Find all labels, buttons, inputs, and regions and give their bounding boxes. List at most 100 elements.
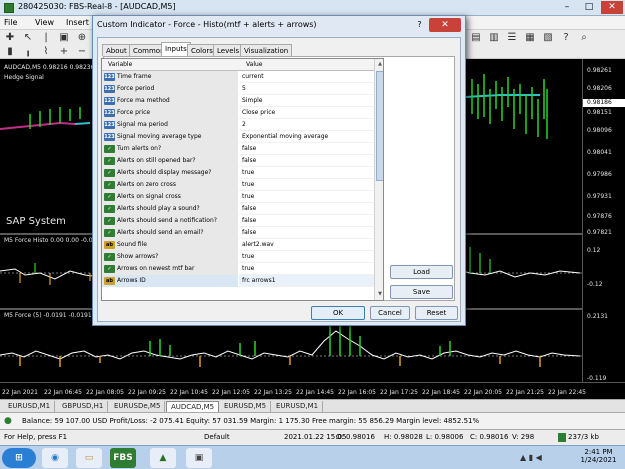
variable-value[interactable]: Close price (242, 109, 275, 116)
parameter-row[interactable]: ✓ Alerts should send an email? false (102, 227, 374, 239)
reset-button[interactable]: Reset (415, 306, 458, 320)
metatrader-task-icon[interactable]: ▲ (150, 448, 176, 468)
parameter-row[interactable]: ab Arrows ID frc arrows1 (102, 275, 374, 287)
scroll-thumb[interactable] (376, 71, 383, 181)
zoom-in-icon[interactable]: + (58, 46, 70, 58)
price-scale[interactable]: 0.98261 0.98206 0.98186 0.98151 0.98096 … (582, 59, 625, 382)
variable-value[interactable]: current (242, 73, 264, 80)
variable-value[interactable]: true (242, 169, 254, 176)
scroll-up-icon[interactable]: ▲ (376, 60, 383, 68)
dialog-close-button[interactable]: ✕ (429, 18, 461, 32)
menu-insert[interactable]: Insert (66, 18, 89, 27)
parameter-row[interactable]: ✓ Alerts should display message? true (102, 167, 374, 179)
crosshair-icon[interactable]: ✚ (4, 32, 16, 44)
start-icon[interactable]: ⊞ (2, 448, 36, 468)
parameter-row[interactable]: 123 Force ma method Simple (102, 95, 374, 107)
app-task-icon[interactable]: ▣ (186, 448, 212, 468)
profiles-icon[interactable]: ▥ (488, 32, 500, 44)
maximize-button[interactable]: □ (578, 1, 600, 14)
price-label: 0.97931 (587, 193, 612, 200)
menu-file[interactable]: File (4, 18, 17, 27)
variable-value[interactable]: false (242, 205, 256, 212)
file-explorer-icon[interactable]: ▭ (76, 448, 102, 468)
menu-view[interactable]: View (35, 18, 54, 27)
time-label: 22 Jan 14:45 (296, 389, 334, 396)
connection-icon (558, 433, 566, 442)
parameter-row[interactable]: ✓ Alerts should play a sound? false (102, 203, 374, 215)
tray-icons[interactable]: ▲ ▮ ◀ (520, 453, 542, 462)
parameter-row[interactable]: ✓ Turn alerts on? false (102, 143, 374, 155)
time-axis[interactable]: 22 Jan 2021 22 Jan 06:45 22 Jan 08:05 22… (0, 382, 625, 399)
ok-button[interactable]: OK (311, 306, 365, 320)
chart-tab[interactable]: EURUSD,M1 (272, 401, 324, 412)
bool-type-icon: ✓ (104, 145, 115, 153)
chart-tab-active[interactable]: AUDCAD,M5 (166, 401, 220, 412)
chrome-icon[interactable]: ◉ (42, 448, 68, 468)
save-button[interactable]: Save (390, 285, 453, 299)
variable-value[interactable]: Simple (242, 97, 263, 104)
zoom-icon[interactable]: ⊕ (76, 32, 88, 44)
dialog-help-button[interactable]: ? (413, 19, 426, 31)
parameter-row[interactable]: ✓ Show arrows? true (102, 251, 374, 263)
parameter-row[interactable]: ✓ Alerts should send a notification? false (102, 215, 374, 227)
vertical-line-icon[interactable]: | (40, 32, 52, 44)
tab-about[interactable]: About (102, 44, 131, 56)
parameter-row[interactable]: 123 Force period 5 (102, 83, 374, 95)
parameter-row[interactable]: 123 Time frame current (102, 71, 374, 83)
candle-chart-icon[interactable]: ╻ (22, 46, 34, 58)
chart-tab[interactable]: EURUSD,M1 (4, 401, 56, 412)
variable-value[interactable]: false (242, 157, 256, 164)
profile-name[interactable]: Default (204, 433, 230, 441)
load-button[interactable]: Load (390, 265, 453, 279)
help-icon[interactable]: ? (560, 32, 572, 44)
navigator-icon[interactable]: ☰ (506, 32, 518, 44)
price-label: 0.97876 (587, 213, 612, 220)
tab-visualization[interactable]: Visualization (240, 44, 293, 56)
cancel-button[interactable]: Cancel (370, 306, 410, 320)
input-parameters-grid[interactable]: Variable Value 123 Time frame current 123 Fo… (101, 58, 384, 301)
column-variable[interactable]: Variable (108, 61, 132, 68)
terminal-icon[interactable]: ▦ (524, 32, 536, 44)
cursor-icon[interactable]: ↖ (22, 32, 34, 44)
variable-value[interactable]: false (242, 229, 256, 236)
parameter-row[interactable]: 123 Signal moving average type Exponential… (102, 131, 374, 143)
parameter-row[interactable]: 123 Force price Close price (102, 107, 374, 119)
strategy-tester-icon[interactable]: ▧ (542, 32, 554, 44)
dialog-title-bar[interactable]: Custom Indicator - Force - Histo(mtf + a… (93, 16, 465, 35)
clock[interactable]: 2:41 PM 1/24/2021 (576, 448, 621, 464)
chart-tab[interactable]: EURUSD,M5 (220, 401, 272, 412)
variable-value[interactable]: Exponential moving average (242, 133, 328, 140)
new-chart-icon[interactable]: ▤ (470, 32, 482, 44)
variable-value[interactable]: 5 (242, 85, 246, 92)
column-value[interactable]: Value (246, 61, 262, 68)
variable-value[interactable]: false (242, 217, 256, 224)
close-button[interactable]: ✕ (601, 1, 623, 14)
parameter-row[interactable]: ✓ Alerts on zero cross true (102, 179, 374, 191)
chart-tab[interactable]: EURUSDe,M5 (110, 401, 166, 412)
parameter-row[interactable]: ✓ Alerts on still opened bar? false (102, 155, 374, 167)
minimize-button[interactable]: – (556, 1, 578, 14)
parameter-row[interactable]: ab Sound file alert2.wav (102, 239, 374, 251)
variable-value[interactable]: frc arrows1 (242, 277, 276, 284)
variable-value[interactable]: true (242, 193, 254, 200)
chart-tab[interactable]: GBPUSD,H1 (58, 401, 109, 412)
bar-chart-icon[interactable]: ▮ (4, 46, 16, 58)
parameter-row[interactable]: 123 Signal ma period 2 (102, 119, 374, 131)
search-icon[interactable]: ⌕ (578, 32, 590, 44)
parameter-row[interactable]: ✓ Alerts on signal cross true (102, 191, 374, 203)
variable-value[interactable]: alert2.wav (242, 241, 274, 248)
variable-value[interactable]: true (242, 181, 254, 188)
new-order-icon[interactable]: ▣ (58, 32, 70, 44)
line-chart-icon[interactable]: ⌇ (40, 46, 52, 58)
variable-value[interactable]: true (242, 265, 254, 272)
scroll-down-icon[interactable]: ▼ (376, 290, 383, 298)
variable-value[interactable]: false (242, 145, 256, 152)
grid-scrollbar[interactable]: ▲ ▼ (374, 59, 383, 300)
parameter-row[interactable]: ✓ Arrows on newest mtf bar true (102, 263, 374, 275)
tab-levels[interactable]: Levels (213, 44, 244, 56)
variable-value[interactable]: 2 (242, 121, 246, 128)
fbs-app-icon[interactable]: FBS (110, 448, 136, 468)
variable-value[interactable]: true (242, 253, 254, 260)
zoom-out-icon[interactable]: − (76, 46, 88, 58)
variable-name: Arrows ID (117, 277, 146, 284)
